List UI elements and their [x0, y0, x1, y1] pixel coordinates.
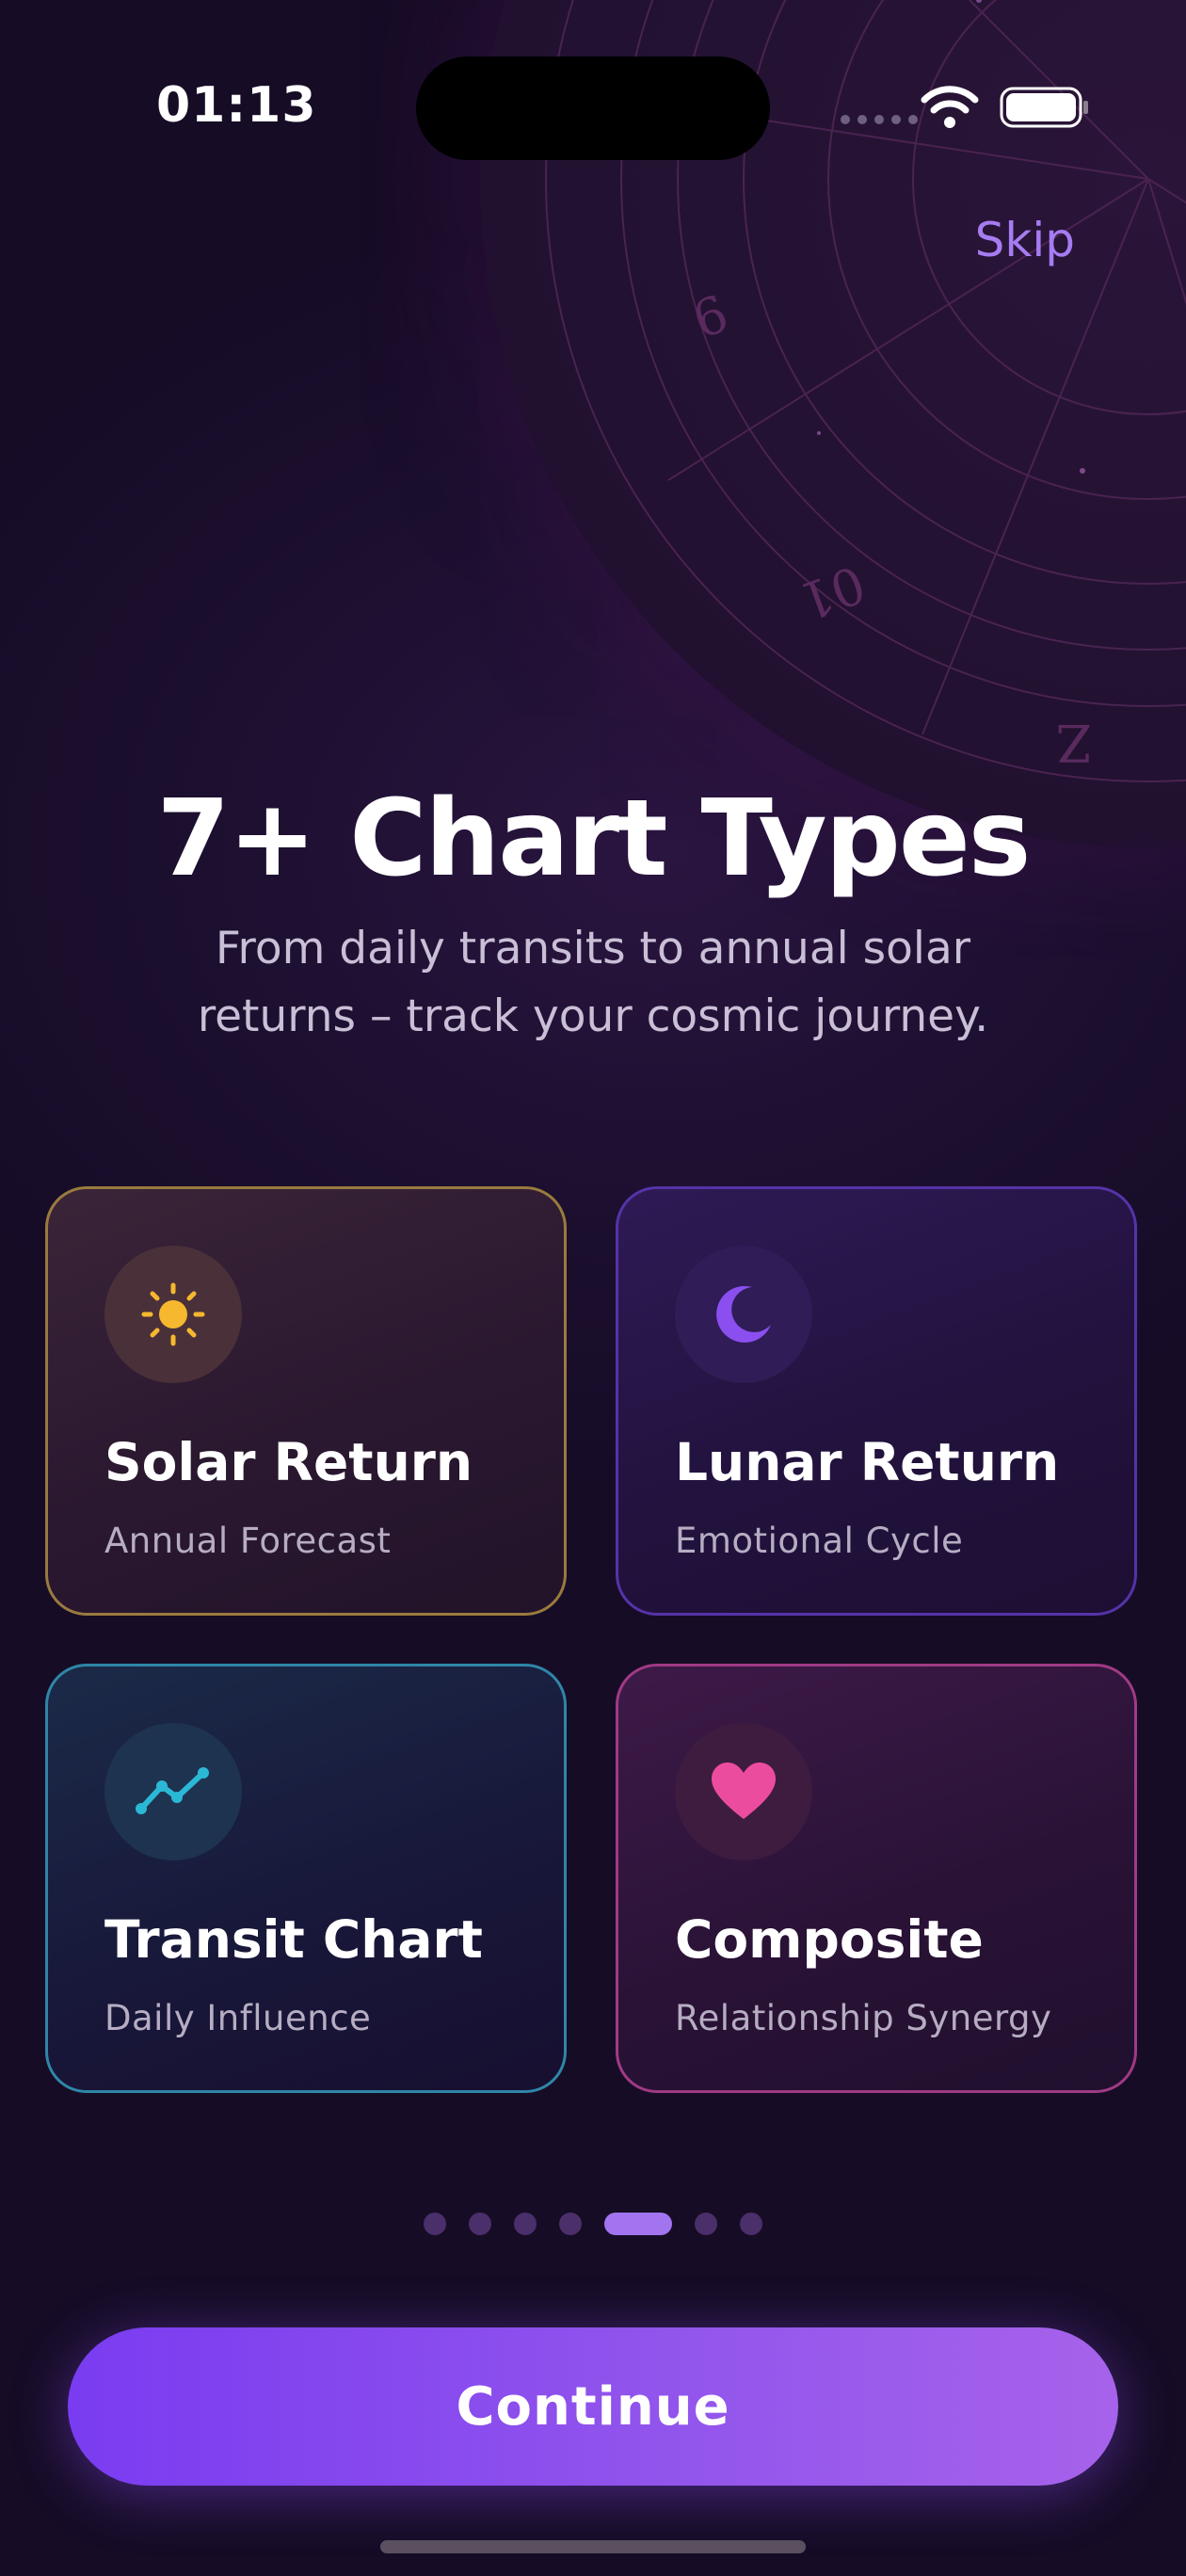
- chart-type-card-lunar-return[interactable]: Lunar Return Emotional Cycle: [616, 1186, 1137, 1616]
- page-dot[interactable]: [514, 2213, 537, 2235]
- moon-icon: [716, 1285, 771, 1343]
- home-indicator[interactable]: [380, 2540, 806, 2553]
- page-indicator: [0, 2213, 1186, 2235]
- sun-icon: [141, 1282, 205, 1346]
- battery-icon: [1000, 87, 1088, 128]
- status-time: 01:13: [156, 77, 317, 134]
- card-title: Composite: [675, 1909, 984, 1970]
- card-subtitle: Annual Forecast: [104, 1521, 392, 1561]
- dynamic-island: [416, 56, 770, 160]
- page-subtitle: From daily transits to annual solar retu…: [197, 923, 989, 1042]
- page-dot[interactable]: [559, 2213, 582, 2235]
- trend-line-icon-badge: [104, 1723, 242, 1860]
- card-subtitle: Emotional Cycle: [675, 1521, 964, 1561]
- trend-line-icon: [136, 1767, 209, 1814]
- card-title: Solar Return: [104, 1432, 473, 1492]
- page-dot[interactable]: [695, 2213, 717, 2235]
- signal-dots-icon: [841, 115, 918, 124]
- chart-type-card-solar-return[interactable]: Solar Return Annual Forecast: [45, 1186, 567, 1616]
- heart-icon: [712, 1763, 776, 1819]
- page-dot[interactable]: [469, 2213, 491, 2235]
- chart-type-card-transit-chart[interactable]: Transit Chart Daily Influence: [45, 1664, 567, 2093]
- chart-type-card-composite[interactable]: Composite Relationship Synergy: [616, 1664, 1137, 2093]
- wifi-icon: [921, 86, 979, 128]
- card-title: Transit Chart: [104, 1909, 483, 1970]
- onboarding-screen: 6 01 Z 01:13 Skip 7+ Chart Types From da…: [0, 0, 1186, 2576]
- page-title: 7+ Chart Types: [156, 778, 1032, 900]
- moon-icon-badge: [675, 1246, 812, 1383]
- svg-text:6: 6: [685, 283, 736, 350]
- skip-button[interactable]: Skip: [975, 213, 1075, 267]
- card-subtitle: Relationship Synergy: [675, 1998, 1052, 2038]
- svg-text:Z: Z: [1056, 713, 1092, 772]
- card-title: Lunar Return: [675, 1432, 1060, 1492]
- sun-icon-badge: [104, 1246, 242, 1383]
- continue-button[interactable]: Continue: [68, 2327, 1118, 2486]
- page-dot[interactable]: [740, 2213, 762, 2235]
- heart-icon-badge: [675, 1723, 812, 1860]
- card-subtitle: Daily Influence: [104, 1998, 372, 2038]
- page-dot[interactable]: [424, 2213, 446, 2235]
- page-dot-active[interactable]: [604, 2213, 672, 2235]
